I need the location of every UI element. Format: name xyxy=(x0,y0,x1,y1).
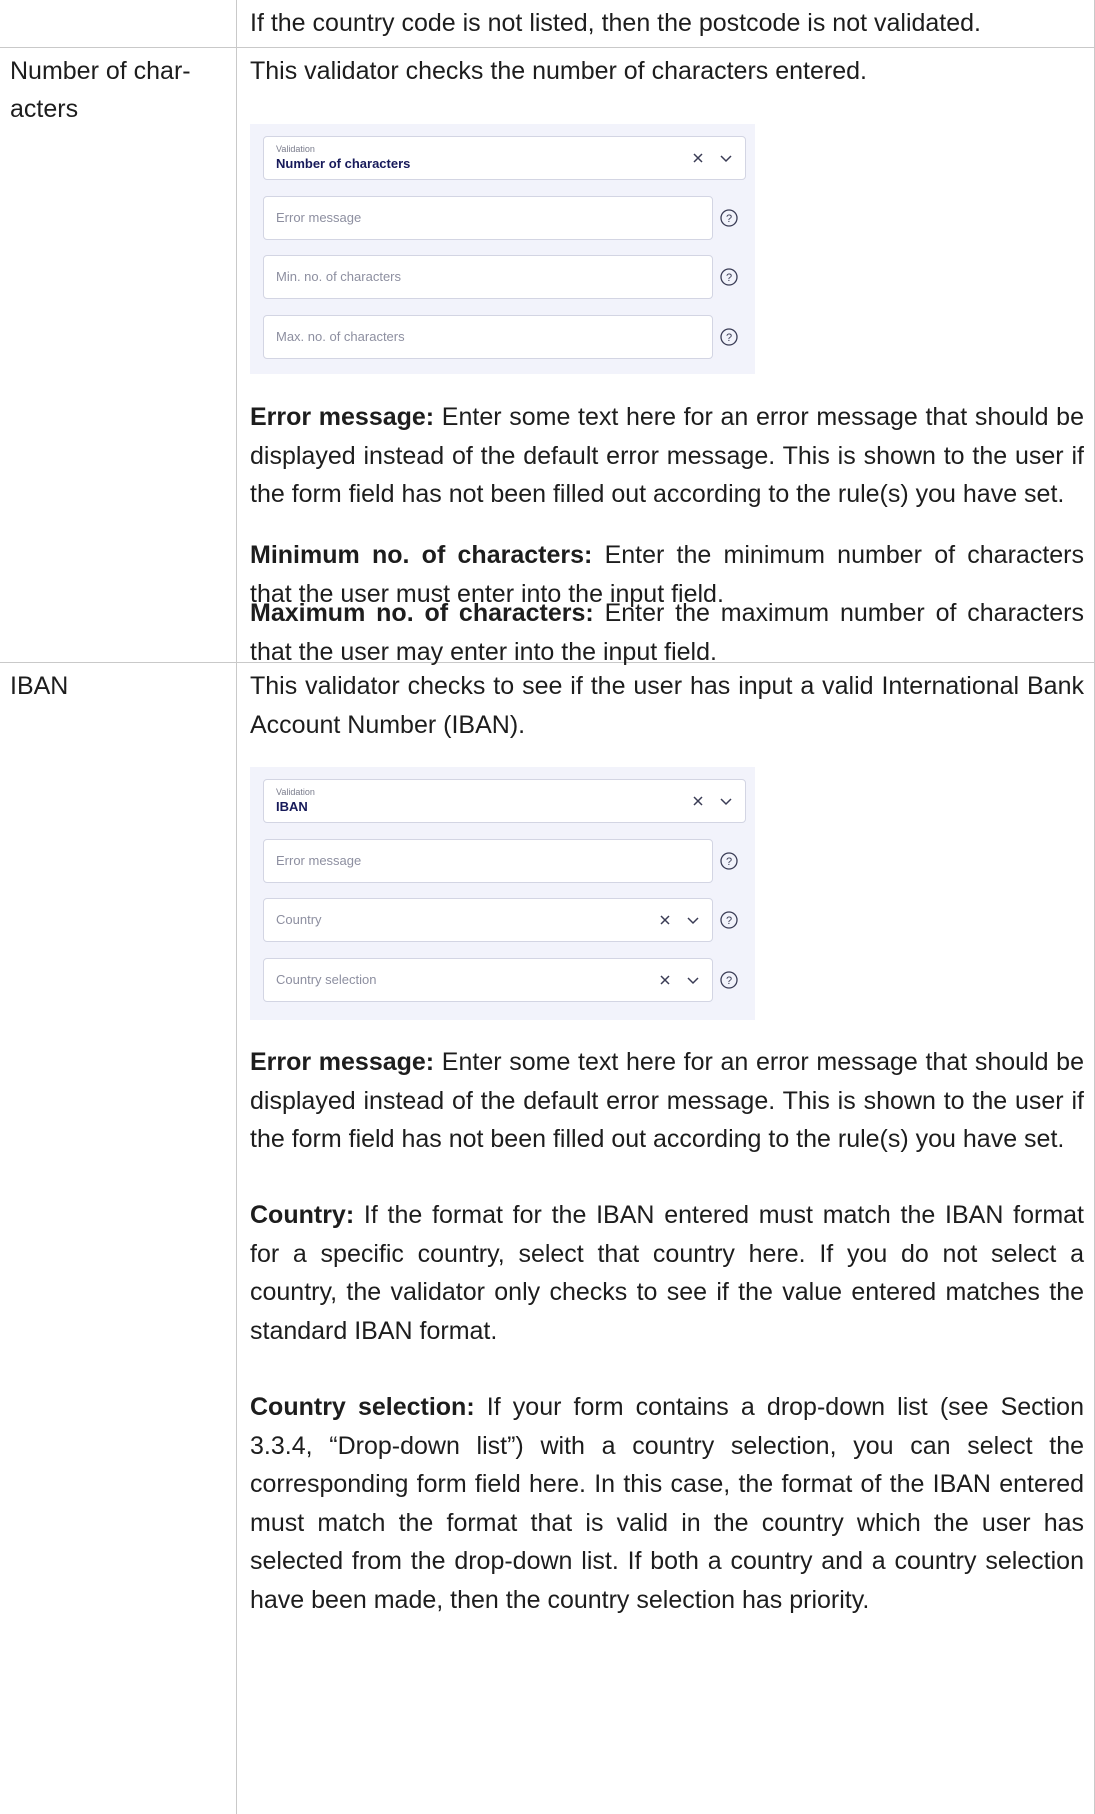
iban-intro: This validator checks to see if the user… xyxy=(250,672,1084,739)
max-characters-field[interactable]: Max. no. of characters xyxy=(263,315,713,359)
number-of-characters-intro: This validator checks the number of char… xyxy=(250,57,867,85)
help-circle-icon[interactable]: ? xyxy=(719,910,739,930)
validation-value: IBAN xyxy=(276,799,308,814)
country-selection-select[interactable]: Country selection xyxy=(263,958,713,1002)
iban-error-message-description: Error message: Enter some text here for … xyxy=(250,1048,1084,1153)
error-message-field[interactable]: Error message xyxy=(263,839,713,883)
validation-select[interactable]: Validation Number of characters xyxy=(263,136,746,180)
min-characters-field[interactable]: Min. no. of characters xyxy=(263,255,713,299)
row-divider xyxy=(0,47,1095,48)
row-name-iban: IBAN xyxy=(10,672,69,700)
svg-text:?: ? xyxy=(726,915,732,927)
help-circle-icon[interactable]: ? xyxy=(719,970,739,990)
chevron-down-icon[interactable] xyxy=(686,973,700,987)
close-icon[interactable] xyxy=(691,151,705,165)
postcode-note: If the country code is not listed, then … xyxy=(250,9,982,37)
error-message-field[interactable]: Error message xyxy=(263,196,713,240)
validation-select[interactable]: Validation IBAN xyxy=(263,779,746,823)
close-icon[interactable] xyxy=(658,913,672,927)
help-circle-icon[interactable]: ? xyxy=(719,327,739,347)
validation-label: Validation xyxy=(276,144,315,154)
error-message-description: Error message: Enter some text here for … xyxy=(250,403,1084,508)
country-select[interactable]: Country xyxy=(263,898,713,942)
svg-text:?: ? xyxy=(726,213,732,225)
chevron-down-icon[interactable] xyxy=(719,151,733,165)
chevron-down-icon[interactable] xyxy=(686,913,700,927)
maximum-characters-description: Maximum no. of characters: Enter the max… xyxy=(250,599,1084,666)
help-circle-icon[interactable]: ? xyxy=(719,851,739,871)
help-circle-icon[interactable]: ? xyxy=(719,208,739,228)
iban-country-selection-description: Country selection: If your form contains… xyxy=(250,1393,1084,1614)
help-circle-icon[interactable]: ? xyxy=(719,267,739,287)
svg-text:?: ? xyxy=(726,856,732,868)
validation-panel-iban: Validation IBAN Error message ? Country xyxy=(250,767,755,1020)
svg-text:?: ? xyxy=(726,332,732,344)
validation-panel-number-of-characters: Validation Number of characters Error me… xyxy=(250,124,755,374)
validation-label: Validation xyxy=(276,787,315,797)
document-table: If the country code is not listed, then … xyxy=(0,0,1095,1814)
close-icon[interactable] xyxy=(658,973,672,987)
row-name-number-of-characters: Number of char- acters xyxy=(10,57,191,123)
iban-country-description: Country: If the format for the IBAN ente… xyxy=(250,1201,1084,1345)
column-divider xyxy=(236,0,237,1814)
chevron-down-icon[interactable] xyxy=(719,794,733,808)
svg-text:?: ? xyxy=(726,975,732,987)
close-icon[interactable] xyxy=(691,794,705,808)
validation-value: Number of characters xyxy=(276,156,411,171)
svg-text:?: ? xyxy=(726,272,732,284)
